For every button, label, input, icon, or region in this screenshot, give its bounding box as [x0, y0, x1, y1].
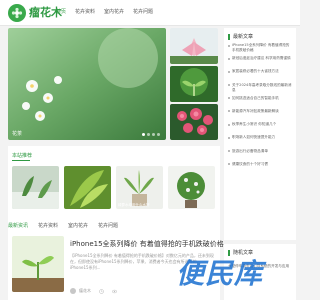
nav-flower-questions[interactable]: 花卉问题 — [133, 8, 153, 16]
carousel-dots[interactable] — [140, 133, 160, 136]
nav-flower-info[interactable]: 花卉资料 — [75, 8, 95, 16]
news-author: 瘤花木 — [79, 288, 91, 293]
eye-icon — [112, 289, 117, 293]
sidebar-item[interactable]: 秋季养生小常识 你知道几个 — [228, 122, 292, 132]
tab-latest[interactable]: 最新资讯 — [8, 222, 28, 229]
author-avatar — [70, 288, 76, 294]
sidebar-title: 最新文章 — [233, 34, 254, 40]
hero-carousel[interactable]: 花茶 — [8, 28, 166, 140]
tab-flower-questions[interactable]: 花卉问题 — [98, 222, 118, 229]
nav-home[interactable]: 首页 — [56, 8, 66, 16]
green-leaves-image — [64, 166, 111, 209]
news-meta: 瘤花木 — [70, 288, 117, 294]
side-thumb-sprout[interactable] — [170, 66, 218, 102]
watermark-logo: 便民库 — [176, 257, 264, 290]
snow-plant-image — [12, 166, 59, 209]
shrub-image — [168, 166, 215, 209]
side-thumb-lotus[interactable] — [170, 28, 218, 64]
sidebar-item[interactable]: 健康饮食的十个好习惯 — [228, 162, 292, 172]
side-thumb-pink-flowers[interactable] — [170, 104, 218, 140]
site-header: 瘤花木 首页 花卉资料 室内花卉 花卉问题 — [0, 0, 300, 26]
pink-flowers-image — [170, 104, 218, 140]
sprout-image — [170, 66, 218, 102]
sidebar-item[interactable]: 职场新人如何快速提升能力 — [228, 135, 292, 145]
recommend-card-2[interactable] — [64, 166, 111, 209]
main-nav: 首页 花卉资料 室内花卉 花卉问题 — [56, 8, 162, 16]
flower-logo-icon — [8, 4, 26, 22]
sidebar-item[interactable]: 旅游出行必备物品清单 — [228, 149, 292, 159]
site-logo[interactable]: 瘤花木 — [8, 4, 62, 22]
tab-flower-info[interactable]: 花卉资料 — [38, 222, 58, 229]
news-tabs: 最新资讯 花卉资料 室内花卉 花卉问题 — [8, 222, 128, 229]
recommend-card-4[interactable] — [168, 166, 215, 209]
news-thumb[interactable] — [12, 236, 64, 292]
sidebar-item[interactable]: 关于2024年高考录取分数线的最新消息 — [228, 83, 292, 93]
sidebar-item[interactable]: 家居装修必看的十大省钱方法 — [228, 69, 292, 79]
clock-icon — [99, 288, 104, 294]
sidebar-latest: 最新文章 iPhone15全系列降价 有着值得抢的手机跌破价格 新冠后遗症治疗建… — [224, 28, 296, 240]
recommend-card-1[interactable] — [12, 166, 59, 209]
sidebar-item[interactable]: iPhone15全系列降价 有着值得抢的手机跌破价格 — [228, 43, 292, 53]
heading-marker — [228, 33, 230, 40]
lotus-image — [170, 28, 218, 64]
tab-indoor-flowers[interactable]: 室内花卉 — [68, 222, 88, 229]
seedling-image — [12, 236, 64, 292]
nav-indoor-flowers[interactable]: 室内花卉 — [104, 8, 124, 16]
sidebar-item[interactable]: 如何挑选适合自己的智能手机 — [228, 96, 292, 106]
recommend-card-3[interactable]: 绿萝水培用什么水好 — [116, 166, 163, 209]
recommend-underline — [12, 160, 30, 161]
sidebar-list: iPhone15全系列降价 有着值得抢的手机跌破价格 新冠后遗症治疗建议 科学用… — [228, 43, 292, 175]
recommend-card-3-caption: 绿萝水培用什么水好 — [118, 202, 150, 207]
hero-image — [8, 28, 166, 140]
sidebar-heading: 最新文章 — [228, 33, 253, 40]
hero-caption: 花茶 — [12, 131, 23, 137]
sidebar-item[interactable]: 新能源汽车补贴政策最新解读 — [228, 109, 292, 119]
news-title[interactable]: iPhone15全系列降价 有着值得抢的手机跌破价格 — [70, 239, 224, 249]
sidebar-item[interactable]: 新冠后遗症治疗建议 科学用药需谨慎 — [228, 56, 292, 66]
recommend-title: 本站推荐 — [12, 153, 33, 159]
